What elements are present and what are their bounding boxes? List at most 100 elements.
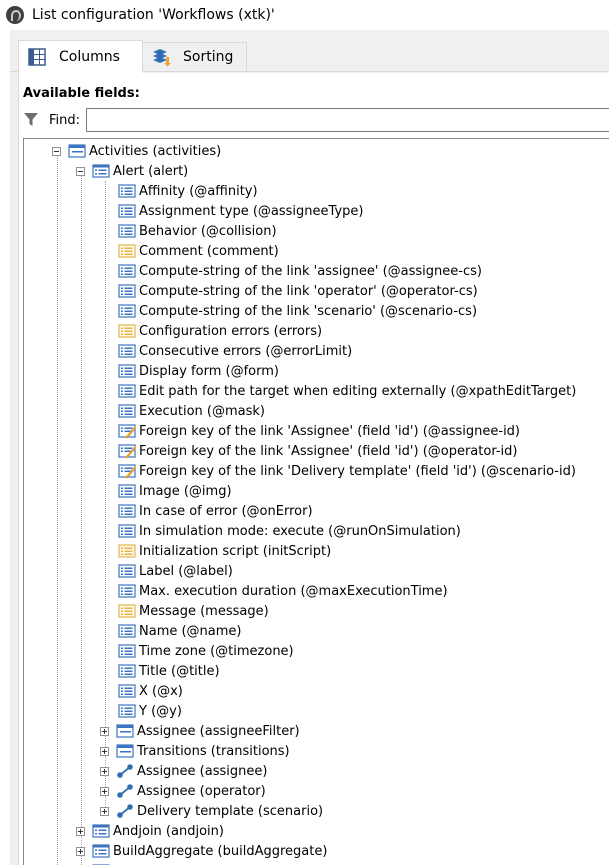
tree-item-label: Delivery template (scenario)	[137, 803, 324, 819]
expand-icon[interactable]	[100, 726, 109, 736]
tree-item-label: Edit path for the target when editing ex…	[139, 383, 577, 399]
tree-item[interactable]: Activities (activities)	[52, 141, 221, 161]
expand-icon[interactable]	[100, 746, 109, 756]
tree-item-label: Compute-string of the link 'scenario' (@…	[139, 303, 478, 319]
expand-icon[interactable]	[76, 846, 85, 856]
available-fields-label: Available fields:	[23, 86, 140, 101]
tree-item-label: Initialization script (initScript)	[139, 543, 332, 559]
list-node-icon	[92, 164, 110, 178]
tree-item-label: In simulation mode: execute (@runOnSimul…	[139, 523, 461, 539]
text-field-icon	[118, 604, 136, 618]
tree-item[interactable]: Foreign key of the link 'Assignee' (fiel…	[118, 441, 517, 461]
filter-icon	[24, 113, 38, 126]
find-row: Find:	[23, 108, 609, 132]
tree-item[interactable]: Consecutive errors (@errorLimit)	[118, 341, 352, 361]
app-logo-icon	[6, 6, 24, 24]
tree-item[interactable]: Compute-string of the link 'assignee' (@…	[118, 261, 482, 281]
field-icon	[118, 304, 136, 318]
node-icon	[116, 724, 134, 738]
tree-item-label: Compute-string of the link 'operator' (@…	[139, 283, 478, 299]
tree-guide-line	[57, 155, 58, 865]
tree-item[interactable]: Andjoin (andjoin)	[76, 821, 224, 841]
tab-sorting[interactable]: Sorting	[143, 42, 247, 72]
tree-guide-line	[81, 175, 82, 865]
tree-item[interactable]: Alert (alert)	[76, 161, 188, 181]
tree-item[interactable]: Max. execution duration (@maxExecutionTi…	[118, 581, 448, 601]
tree-guide-line	[105, 181, 106, 811]
tree-item-label: Label (@label)	[139, 563, 233, 579]
window-title: List configuration 'Workflows (xtk)'	[32, 7, 275, 23]
tree-item[interactable]: Foreign key of the link 'Assignee' (fiel…	[118, 421, 520, 441]
expand-icon[interactable]	[76, 826, 85, 836]
tab-columns[interactable]: Columns	[18, 40, 143, 73]
list-node-icon	[92, 844, 110, 858]
tree-item-label: Name (@name)	[139, 623, 242, 639]
tree-item[interactable]: Name (@name)	[118, 621, 242, 641]
tree-item-label: Foreign key of the link 'Assignee' (fiel…	[139, 443, 518, 459]
text-field-icon	[118, 244, 136, 258]
tree-item-label: Behavior (@collision)	[139, 223, 277, 239]
tree-item-label: Assignment type (@assigneeType)	[139, 203, 364, 219]
expand-icon[interactable]	[100, 806, 109, 816]
collapse-icon[interactable]	[52, 146, 61, 156]
field-icon	[118, 484, 136, 498]
field-icon	[118, 264, 136, 278]
sort-icon	[153, 49, 171, 67]
tree-item-label: X (@x)	[139, 683, 183, 699]
link-icon	[117, 804, 133, 818]
tree-item-label: Transitions (transitions)	[137, 743, 290, 759]
tree-item[interactable]: Y (@y)	[118, 701, 182, 721]
tree-item[interactable]: Edit path for the target when editing ex…	[118, 381, 576, 401]
tree-item[interactable]: In simulation mode: execute (@runOnSimul…	[118, 521, 461, 541]
field-icon	[118, 684, 136, 698]
tree-item-label: Configuration errors (errors)	[139, 323, 323, 339]
tree-item[interactable]: Behavior (@collision)	[118, 221, 277, 241]
tree-item[interactable]: Configuration errors (errors)	[118, 321, 322, 341]
field-icon	[118, 564, 136, 578]
tree-item[interactable]: Compute-string of the link 'operator' (@…	[118, 281, 478, 301]
tree-item-label: Alert (alert)	[113, 163, 189, 179]
field-icon	[118, 224, 136, 238]
tree-item[interactable]: ChangeAxis (changeAxis)	[76, 861, 279, 865]
tree-item[interactable]: X (@x)	[118, 681, 183, 701]
tree-item[interactable]: Comment (comment)	[118, 241, 279, 261]
tree-item[interactable]: Message (message)	[118, 601, 269, 621]
collapse-icon[interactable]	[76, 166, 85, 176]
expand-icon[interactable]	[100, 766, 109, 776]
tree-item-label: Assignee (operator)	[137, 783, 266, 799]
tree-item[interactable]: Assignee (operator)	[100, 781, 266, 801]
tree-item[interactable]: BuildAggregate (buildAggregate)	[76, 841, 327, 861]
tree-item-label: Foreign key of the link 'Delivery templa…	[139, 463, 576, 479]
field-icon	[118, 364, 136, 378]
tree-item-label: Image (@img)	[139, 483, 232, 499]
expand-icon[interactable]	[100, 786, 109, 796]
fields-tree[interactable]: Activities (activities) Alert (alert) Af…	[23, 138, 609, 865]
tree-item[interactable]: Execution (@mask)	[118, 401, 265, 421]
field-icon	[118, 704, 136, 718]
find-input[interactable]	[86, 108, 609, 132]
text-field-icon	[118, 324, 136, 338]
tree-item[interactable]: Delivery template (scenario)	[100, 801, 323, 821]
tree-item[interactable]: Assignment type (@assigneeType)	[118, 201, 363, 221]
tree-item-label: Assignee (assignee)	[137, 763, 268, 779]
field-icon	[118, 664, 136, 678]
tree-item[interactable]: Initialization script (initScript)	[118, 541, 331, 561]
tree-item[interactable]: Transitions (transitions)	[100, 741, 290, 761]
tree-item[interactable]: Time zone (@timezone)	[118, 641, 294, 661]
tree-item[interactable]: Assignee (assigneeFilter)	[100, 721, 300, 741]
dialog-body: Columns Sorting Available fields: Find: …	[10, 30, 609, 865]
tree-item[interactable]: Assignee (assignee)	[100, 761, 267, 781]
tree-item[interactable]: Affinity (@affinity)	[118, 181, 258, 201]
tree-item[interactable]: Foreign key of the link 'Delivery templa…	[118, 461, 576, 481]
field-icon	[118, 524, 136, 538]
key-field-icon	[118, 464, 136, 479]
tree-item[interactable]: Compute-string of the link 'scenario' (@…	[118, 301, 477, 321]
key-field-icon	[118, 444, 136, 459]
tree-item[interactable]: Title (@title)	[118, 661, 220, 681]
link-icon	[117, 784, 133, 798]
tree-item-label: Comment (comment)	[139, 243, 279, 259]
tree-item[interactable]: Label (@label)	[118, 561, 233, 581]
tree-item[interactable]: Display form (@form)	[118, 361, 279, 381]
tree-item[interactable]: In case of error (@onError)	[118, 501, 313, 521]
tree-item[interactable]: Image (@img)	[118, 481, 232, 501]
